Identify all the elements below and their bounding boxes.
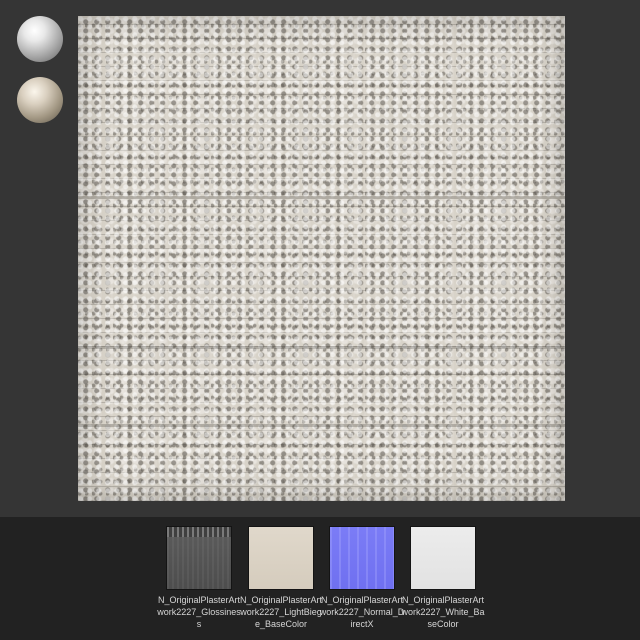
light-beige-basecolor-thumbnail[interactable] [248, 526, 314, 590]
texture-label: N_OriginalPlasterArtwork2227_Glossiness [157, 595, 241, 629]
texture-seam [78, 424, 565, 427]
texture-label: N_OriginalPlasterArtwork2227_Normal_Dire… [319, 595, 405, 629]
texture-seam [78, 346, 565, 349]
glossiness-map-thumbnail[interactable] [166, 526, 232, 590]
normal-directx-thumbnail[interactable] [329, 526, 395, 590]
white-material-sphere[interactable] [17, 16, 63, 62]
texture-seam [78, 196, 565, 199]
texture-label: N_OriginalPlasterArtwork2227_LightBiege_… [239, 595, 323, 629]
render-viewport [0, 0, 640, 517]
beige-material-sphere[interactable] [17, 77, 63, 123]
texture-label: N_OriginalPlasterArtwork2227_White_BaseC… [401, 595, 485, 629]
plaster-texture-preview [78, 16, 565, 501]
white-basecolor-thumbnail[interactable] [410, 526, 476, 590]
